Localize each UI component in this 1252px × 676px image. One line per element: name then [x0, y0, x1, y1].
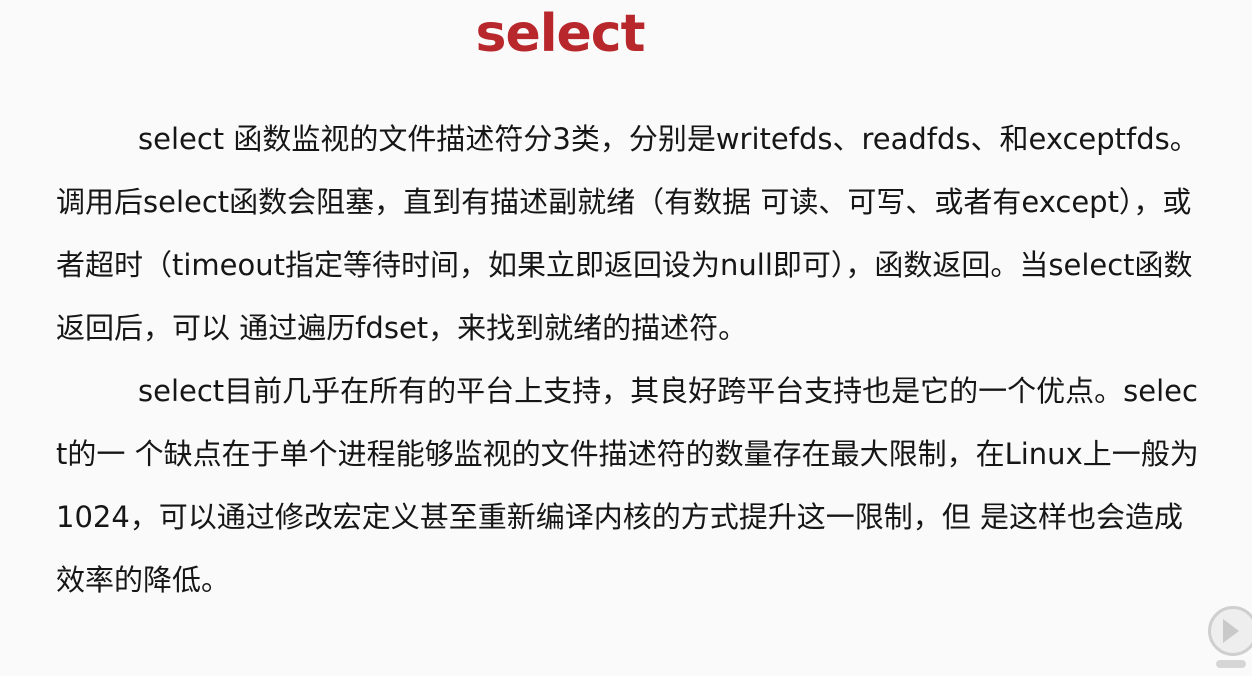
slide-title: select	[475, 4, 646, 64]
progress-indicator	[1216, 660, 1246, 668]
slide-body: select 函数监视的文件描述符分3类，分别是writefds、readfds…	[56, 108, 1206, 612]
slide: select select 函数监视的文件描述符分3类，分别是writefds、…	[0, 0, 1252, 676]
video-play-control[interactable]	[1200, 596, 1252, 676]
play-triangle-icon	[1223, 619, 1239, 643]
paragraph-2: select目前几乎在所有的平台上支持，其良好跨平台支持也是它的一个优点。sel…	[56, 374, 1199, 597]
paragraph-1: select 函数监视的文件描述符分3类，分别是writefds、readfds…	[56, 122, 1199, 345]
